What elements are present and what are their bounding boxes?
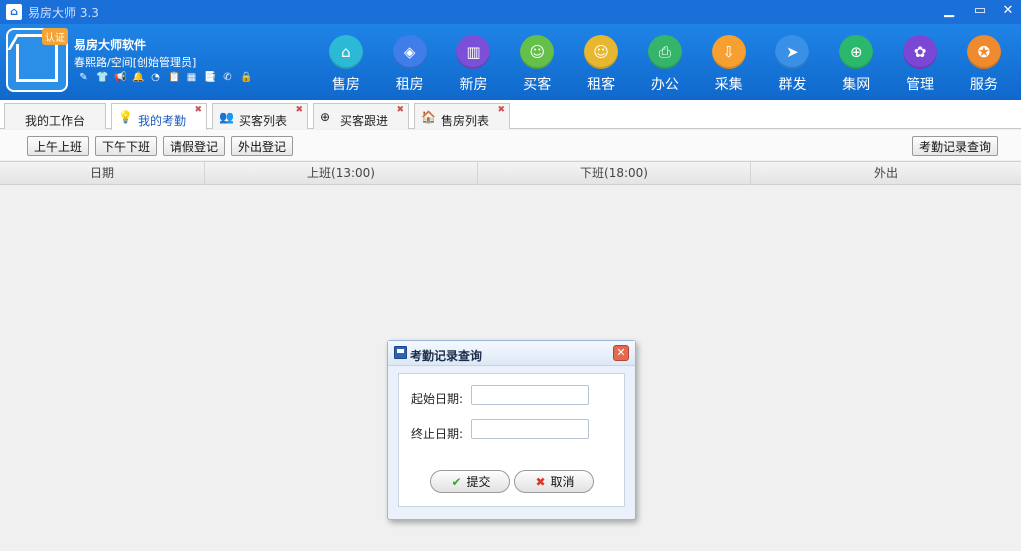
nav-sell-house[interactable]: ⌂ 售房	[314, 35, 378, 94]
cancel-button[interactable]: ✖ 取消	[514, 470, 594, 493]
company-name: 易房大师软件	[74, 38, 147, 52]
column-outing[interactable]: 外出	[751, 162, 1021, 185]
outing-register-button[interactable]: 外出登记	[231, 136, 293, 156]
attendance-table-header: 日期 上班(13:00) 下班(18:00) 外出	[0, 161, 1021, 185]
window-title: 易房大师 3.3	[28, 5, 99, 20]
morning-checkin-button[interactable]: 上午上班	[27, 136, 89, 156]
leave-register-button[interactable]: 请假登记	[163, 136, 225, 156]
nav-service[interactable]: ✪ 服务	[952, 35, 1016, 94]
lightbulb-icon: 💡	[118, 110, 133, 124]
close-window-icon[interactable]: ✕	[999, 3, 1017, 19]
logo: 认证	[6, 28, 68, 92]
bell-icon[interactable]: 🔔	[132, 72, 144, 83]
certified-badge: 认证	[42, 28, 68, 45]
tab-buyer-followup[interactable]: ⊕ 买客跟进 ✖	[313, 103, 409, 129]
tab-buyer-list[interactable]: 👥 买客列表 ✖	[212, 103, 308, 129]
edit-icon[interactable]: ✎	[78, 72, 89, 83]
afternoon-checkout-button[interactable]: 下午下班	[95, 136, 157, 156]
download-icon: ⇩	[711, 35, 746, 69]
globe-icon: ⊕	[320, 110, 331, 124]
document-icon[interactable]: 📑	[204, 72, 216, 83]
start-date-input[interactable]	[471, 385, 589, 405]
end-date-input[interactable]	[471, 419, 589, 439]
nav-office[interactable]: ⎙ 办公	[633, 35, 697, 94]
network-icon: ⊕	[839, 35, 874, 69]
dialog-close-icon[interactable]: ✕	[613, 345, 629, 361]
user-icon: ☺	[584, 35, 619, 69]
title-bar: ⌂ 易房大师 3.3	[0, 0, 1021, 24]
attendance-query-dialog: 考勤记录查询 ✕ 起始日期: 终止日期: ✔ 提交 ✖ 取消	[387, 340, 636, 520]
column-checkout[interactable]: 下班(18:00)	[478, 162, 751, 185]
close-icon[interactable]: ✖	[396, 105, 404, 115]
nav-rent-house[interactable]: ◈ 租房	[378, 35, 442, 94]
close-icon[interactable]: ✖	[194, 105, 202, 115]
maximize-icon[interactable]: ▭	[971, 3, 989, 19]
dialog-body: 起始日期: 终止日期: ✔ 提交 ✖ 取消	[398, 373, 625, 507]
close-icon[interactable]: ✖	[295, 105, 303, 115]
user-icon: ☺	[520, 35, 555, 69]
nav-new-house[interactable]: ▥ 新房	[442, 35, 506, 94]
end-date-label: 终止日期:	[411, 427, 464, 441]
nav-manage[interactable]: ✿ 管理	[888, 35, 952, 94]
nav-tenant[interactable]: ☺ 租客	[569, 35, 633, 94]
tab-bar: 我的工作台 💡 我的考勤 ✖ 👥 买客列表 ✖ ⊕ 买客跟进 ✖ 🏠 售房列表 …	[0, 100, 1021, 130]
nav-buyer[interactable]: ☺ 买客	[505, 35, 569, 94]
house-icon: 🏠	[421, 110, 436, 124]
save-icon	[394, 346, 407, 359]
x-icon: ✖	[535, 475, 546, 489]
clock-icon[interactable]: ◔	[150, 72, 161, 83]
minimize-icon[interactable]: ▁	[940, 3, 958, 19]
send-icon: ➤	[775, 35, 810, 69]
start-date-label: 起始日期:	[411, 392, 464, 406]
dialog-title: 考勤记录查询	[410, 349, 483, 363]
lock-icon[interactable]: 🔒	[240, 72, 252, 83]
quick-tools: ✎ 👕 📢 🔔 ◔ 📋 ▦ 📑 ✆ 🔒	[78, 72, 252, 83]
nav-collect[interactable]: ⇩ 采集	[697, 35, 761, 94]
column-checkin[interactable]: 上班(13:00)	[205, 162, 478, 185]
clipboard-icon[interactable]: 📋	[168, 72, 180, 83]
users-icon: 👥	[219, 110, 234, 124]
megaphone-icon[interactable]: 📢	[114, 72, 126, 83]
nav-network[interactable]: ⊕ 集网	[824, 35, 888, 94]
attendance-query-button[interactable]: 考勤记录查询	[912, 136, 998, 156]
tab-house-list[interactable]: 🏠 售房列表 ✖	[414, 103, 510, 129]
tab-workbench[interactable]: 我的工作台	[4, 103, 106, 129]
app-icon: ⌂	[6, 4, 22, 20]
app-header: 认证 易房大师软件 春熙路/空间[创始管理员] ✎ 👕 📢 🔔 ◔ 📋 ▦ 📑 …	[0, 24, 1021, 100]
house-icon: ⌂	[328, 35, 363, 69]
user-info: 春熙路/空间[创始管理员]	[74, 56, 197, 69]
nav-broadcast[interactable]: ➤ 群发	[761, 35, 825, 94]
phone-icon[interactable]: ✆	[222, 72, 233, 83]
printer-icon: ⎙	[647, 35, 682, 69]
key-icon: ◈	[392, 35, 427, 69]
calculator-icon[interactable]: ▦	[186, 72, 197, 83]
check-icon: ✔	[451, 475, 462, 489]
main-nav: ⌂ 售房 ◈ 租房 ▥ 新房 ☺ 买客 ☺ 租客 ⎙ 办公 ⇩ 采集 ➤ 群发 ⊕ 集网 ✿ 管理 …	[314, 35, 1016, 94]
dialog-title-bar[interactable]: 考勤记录查询 ✕	[388, 341, 635, 366]
submit-button[interactable]: ✔ 提交	[430, 470, 510, 493]
tab-my-attendance[interactable]: 💡 我的考勤 ✖	[111, 103, 207, 130]
service-icon: ✪	[966, 35, 1001, 69]
building-icon: ▥	[456, 35, 491, 69]
shirt-icon[interactable]: 👕	[96, 72, 108, 83]
close-icon[interactable]: ✖	[497, 105, 505, 115]
gear-icon: ✿	[903, 35, 938, 69]
attendance-toolbar: 上午上班 下午下班 请假登记 外出登记 考勤记录查询	[0, 130, 1021, 160]
column-date[interactable]: 日期	[0, 162, 205, 185]
